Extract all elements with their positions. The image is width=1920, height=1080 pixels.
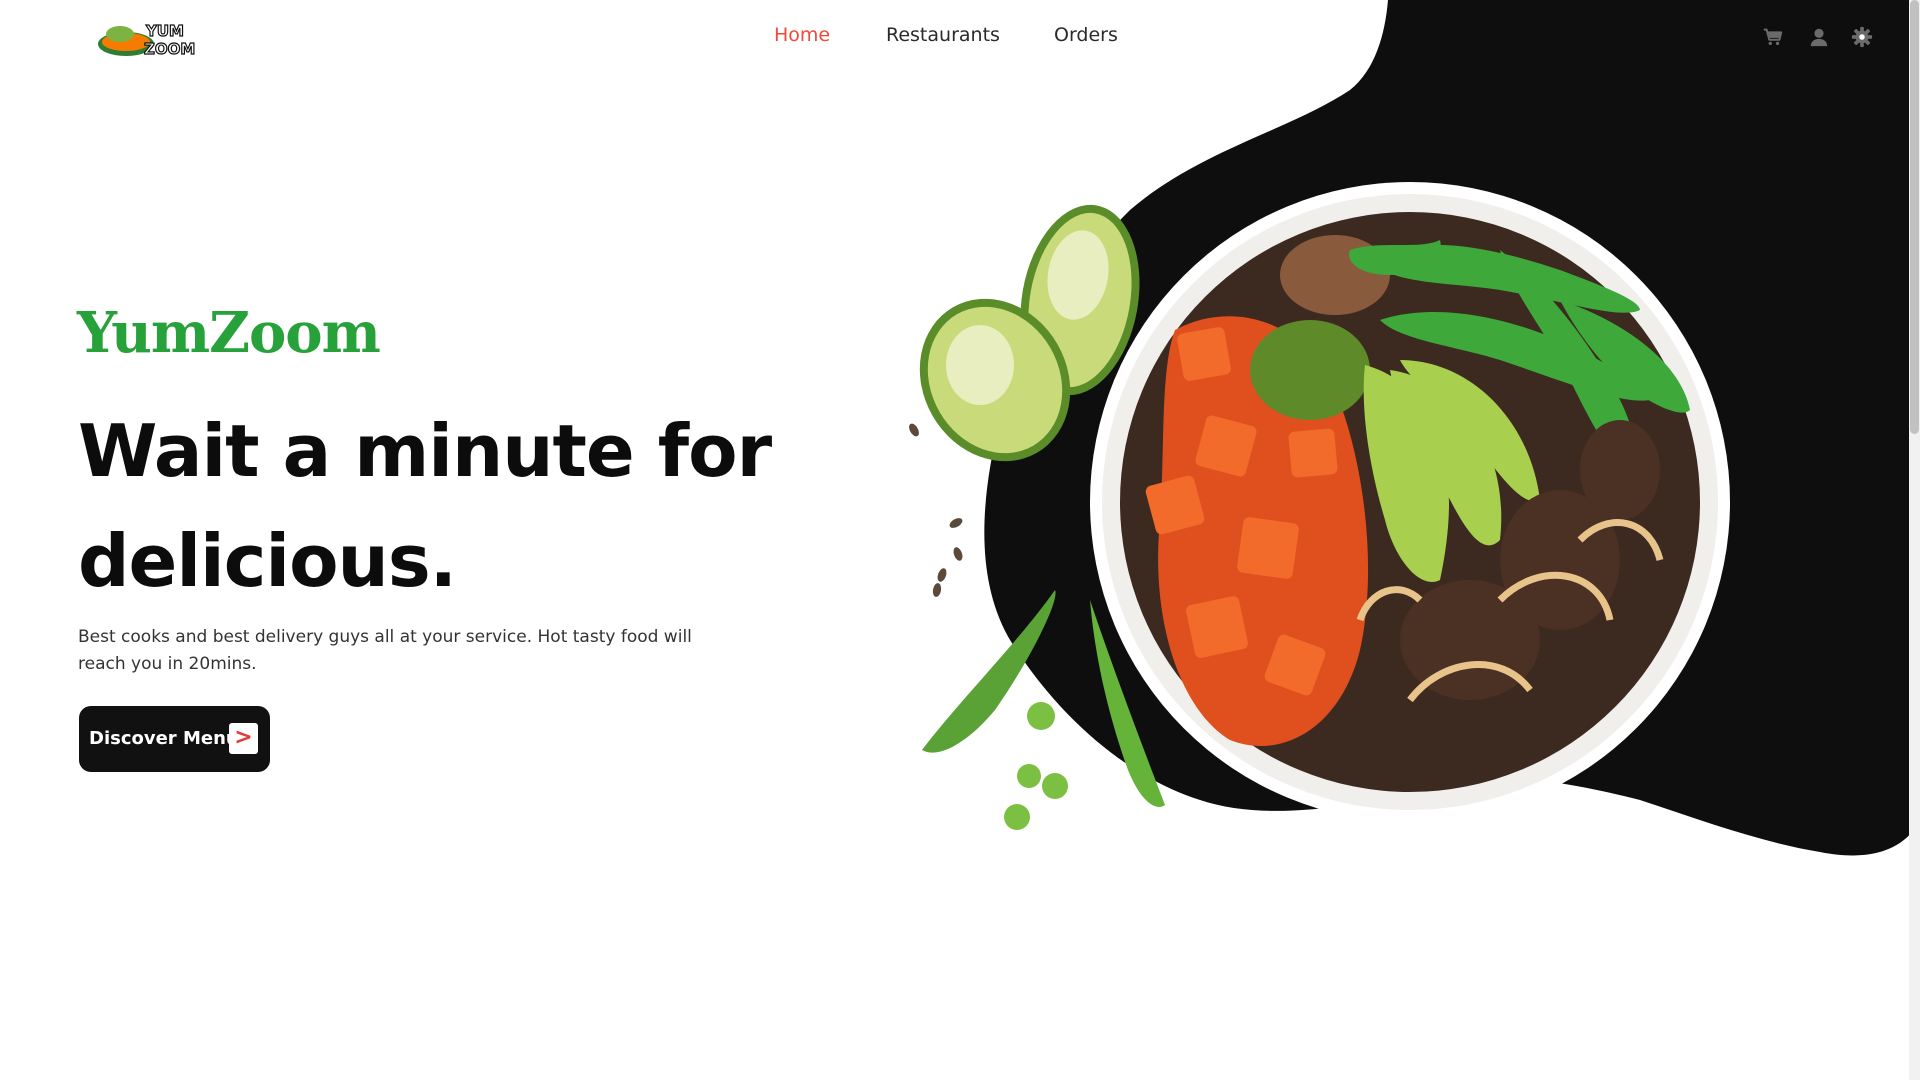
page: YUM ZOOM Home Restaurants Orders YumZoom… bbox=[0, 0, 1920, 1080]
main-nav: Home Restaurants Orders bbox=[0, 24, 1920, 56]
brand-title: YumZoom bbox=[77, 300, 381, 366]
headline-line-1: Wait a minute for bbox=[78, 409, 772, 493]
discover-menu-label: Discover Menu bbox=[89, 728, 239, 749]
settings-icon[interactable] bbox=[1851, 26, 1873, 48]
nav-orders-link[interactable]: Orders bbox=[1054, 24, 1118, 46]
scrollbar-thumb[interactable] bbox=[1910, 0, 1919, 434]
user-icon[interactable] bbox=[1808, 26, 1830, 48]
hero-subtext: Best cooks and best delivery guys all at… bbox=[78, 627, 692, 674]
nav-restaurants-link[interactable]: Restaurants bbox=[886, 24, 1000, 46]
nav-home-link[interactable]: Home bbox=[774, 24, 830, 46]
arrow-right-icon: > bbox=[229, 723, 258, 754]
discover-menu-button[interactable]: Discover Menu > bbox=[79, 706, 270, 772]
headline-line-2: delicious. bbox=[78, 519, 457, 603]
cart-icon[interactable] bbox=[1762, 26, 1784, 48]
hero-headline: Wait a minute for delicious. bbox=[78, 396, 798, 616]
page-scrollbar[interactable] bbox=[1909, 0, 1920, 1080]
